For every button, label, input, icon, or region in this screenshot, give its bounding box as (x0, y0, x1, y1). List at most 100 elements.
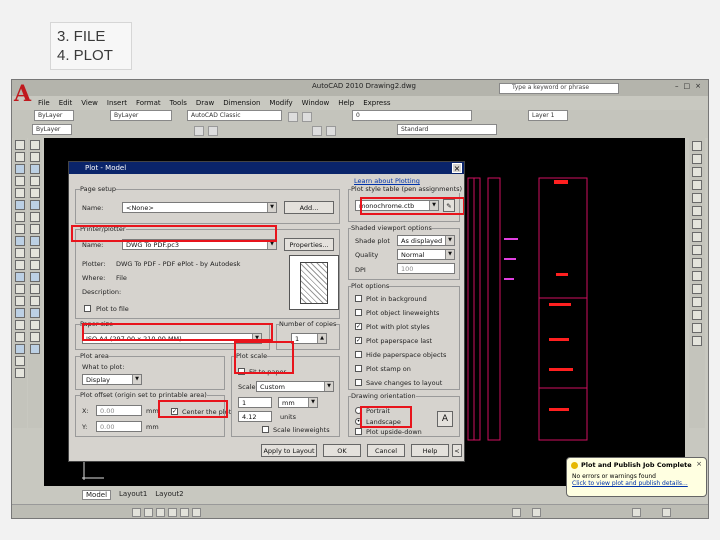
tab-model[interactable]: Model (82, 490, 112, 500)
properties-toolbar[interactable] (689, 138, 705, 428)
scale-icon (30, 224, 40, 234)
grid-mode-icon[interactable] (144, 508, 153, 517)
block-icon (15, 236, 25, 246)
notification-close-icon[interactable]: × (696, 460, 702, 468)
plot-to-file-checkbox[interactable] (84, 305, 91, 312)
lineweight-combo[interactable]: ByLayer (32, 124, 72, 135)
menu-draw[interactable]: Draw (196, 99, 214, 107)
more-options-icon[interactable]: < (452, 444, 462, 457)
plotter-tray-icon[interactable] (662, 508, 671, 517)
plot-complete-notification[interactable]: × Plot and Publish Job Complete No error… (566, 457, 707, 497)
notification-message: No errors or warnings found (572, 473, 656, 480)
spin-arrows-icon: ▲ (317, 334, 326, 343)
zoom-icon[interactable] (312, 126, 322, 136)
color-combo[interactable]: ByLayer (34, 110, 74, 121)
page-setup-name-select[interactable]: <None> ▼ (122, 202, 277, 213)
option-stamp-checkbox[interactable] (355, 365, 362, 372)
orientation-preview-icon[interactable]: A (437, 411, 453, 427)
option-hide-paperspace-checkbox[interactable] (355, 351, 362, 358)
shade-plot-label: Shade plot (355, 237, 390, 245)
offset-x-unit: mm (146, 407, 159, 415)
scale-select[interactable]: Custom ▼ (256, 381, 334, 392)
text-style-combo[interactable]: Standard (397, 124, 497, 135)
learn-plotting-link[interactable]: Learn about Plotting (354, 177, 420, 185)
redo-icon[interactable] (208, 126, 218, 136)
rectangle-icon (15, 188, 25, 198)
dialog-close-icon[interactable]: × (452, 163, 462, 173)
osnap-mode-icon[interactable] (180, 508, 189, 517)
where-label: Where: (82, 274, 106, 282)
option-plot-styles-checkbox[interactable]: ✓ (355, 323, 362, 330)
status-bar (12, 504, 708, 518)
workspace-switch-icon[interactable] (632, 508, 641, 517)
spline-icon (15, 212, 25, 222)
scale-unit-select[interactable]: mm ▼ (278, 397, 318, 408)
window-controls[interactable]: –□× (675, 82, 706, 90)
undo-icon[interactable] (194, 126, 204, 136)
tab-layout1[interactable]: Layout1 (119, 490, 147, 500)
help-search-input[interactable]: Type a keyword or phrase (499, 83, 619, 94)
point-icon (15, 248, 25, 258)
upside-down-checkbox[interactable] (355, 428, 362, 435)
shade-plot-select[interactable]: As displayed ▼ (397, 235, 455, 246)
tab-layout2[interactable]: Layout2 (155, 490, 183, 500)
help-button[interactable]: Help (411, 444, 449, 457)
option-background-checkbox[interactable] (355, 295, 362, 302)
menu-insert[interactable]: Insert (107, 99, 127, 107)
menu-tools[interactable]: Tools (170, 99, 187, 107)
pan-icon[interactable] (326, 126, 336, 136)
offset-x-input[interactable]: 0.00 (96, 405, 142, 416)
menu-file[interactable]: File (38, 99, 50, 107)
ortho-mode-icon[interactable] (156, 508, 165, 517)
layer-combo-2[interactable]: Layer 1 (528, 110, 568, 121)
menu-format[interactable]: Format (136, 99, 161, 107)
menu-express[interactable]: Express (363, 99, 390, 107)
what-to-plot-select[interactable]: Display ▼ (82, 374, 142, 385)
menu-modify[interactable]: Modify (269, 99, 292, 107)
plot-details-link[interactable]: Click to view plot and publish details..… (572, 480, 701, 487)
shaded-viewport-group: Shaded viewport options Shade plot As di… (348, 224, 460, 280)
copies-stepper[interactable]: 1 ▲ (291, 333, 327, 344)
scale-lineweights-checkbox[interactable] (262, 426, 269, 433)
menu-edit[interactable]: Edit (59, 99, 73, 107)
layer-combo[interactable]: 0 (352, 110, 472, 121)
option-save-changes-checkbox[interactable] (355, 379, 362, 386)
dpi-label: DPI (355, 266, 366, 274)
printer-properties-button[interactable]: Properties... (284, 238, 334, 251)
linetype-combo[interactable]: ByLayer (110, 110, 172, 121)
otrack-mode-icon[interactable] (192, 508, 201, 517)
snap-mode-icon[interactable] (132, 508, 141, 517)
workspace-combo[interactable]: AutoCAD Classic (187, 110, 282, 121)
dpi-input[interactable]: 100 (397, 263, 455, 274)
highlight-paper-size (82, 323, 273, 341)
dim-radius-icon (692, 206, 702, 216)
layer-state-icon[interactable] (302, 112, 312, 122)
menu-view[interactable]: View (81, 99, 98, 107)
layer-properties-icon[interactable] (288, 112, 298, 122)
option-lineweights-checkbox[interactable] (355, 309, 362, 316)
menu-window[interactable]: Window (302, 99, 330, 107)
quick-view-icon[interactable] (532, 508, 541, 517)
autocad-logo-icon[interactable]: A (14, 81, 32, 107)
wipeout-icon (15, 368, 25, 378)
model-space-icon[interactable] (512, 508, 521, 517)
quality-select[interactable]: Normal ▼ (397, 249, 455, 260)
dim-edit-icon (692, 271, 702, 281)
where-value: File (116, 274, 127, 282)
option-stamp-label: Plot stamp on (366, 365, 411, 373)
chevron-down-icon: ▼ (267, 203, 276, 212)
polar-mode-icon[interactable] (168, 508, 177, 517)
ok-button[interactable]: OK (323, 444, 361, 457)
modify-toolbar[interactable] (28, 138, 42, 428)
offset-y-input[interactable]: 0.00 (96, 421, 142, 432)
menu-dimension[interactable]: Dimension (223, 99, 260, 107)
cancel-button[interactable]: Cancel (367, 444, 405, 457)
scale-value-2-input[interactable]: 4.12 (238, 411, 272, 422)
draw-toolbar[interactable] (13, 138, 27, 428)
apply-to-layout-button[interactable]: Apply to Layout (261, 444, 317, 457)
option-paperspace-last-checkbox[interactable]: ✓ (355, 337, 362, 344)
menu-help[interactable]: Help (338, 99, 354, 107)
page-setup-add-button[interactable]: Add... (284, 201, 334, 214)
scale-value-1-input[interactable]: 1 (238, 397, 272, 408)
mtext-icon (15, 308, 25, 318)
